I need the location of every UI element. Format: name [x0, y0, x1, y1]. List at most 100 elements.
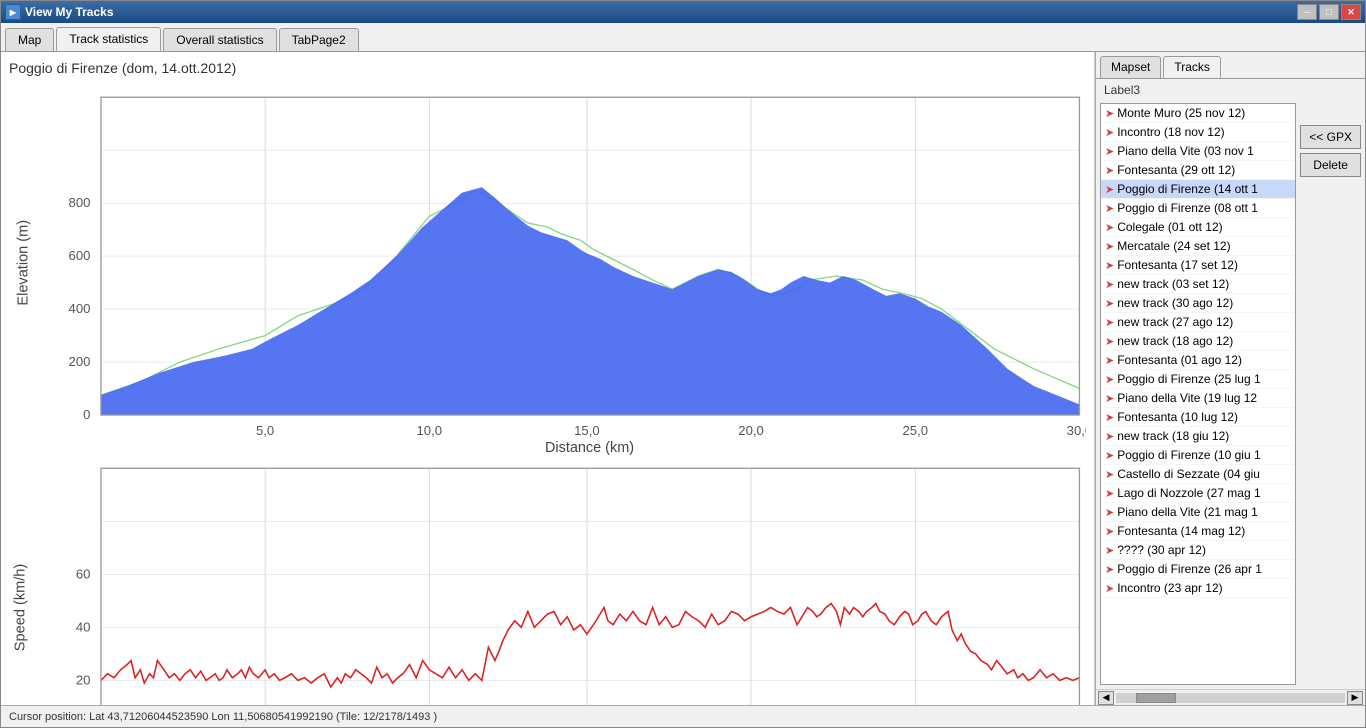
svg-text:5,0: 5,0 — [256, 423, 274, 438]
track-item[interactable]: ➤Mercatale (24 set 12) — [1101, 237, 1295, 256]
track-arrow-icon: ➤ — [1105, 430, 1114, 443]
track-item[interactable]: ➤Poggio di Firenze (08 ott 1 — [1101, 199, 1295, 218]
track-arrow-icon: ➤ — [1105, 487, 1114, 500]
tab-mapset[interactable]: Mapset — [1100, 56, 1161, 78]
svg-text:200: 200 — [69, 354, 91, 369]
delete-button[interactable]: Delete — [1300, 153, 1361, 177]
tracks-list-container: ➤Monte Muro (25 nov 12)➤Incontro (18 nov… — [1100, 103, 1296, 685]
maximize-button[interactable]: □ — [1319, 4, 1339, 20]
track-item[interactable]: ➤Piano della Vite (19 lug 12 — [1101, 389, 1295, 408]
label3-container: Label3 — [1096, 79, 1365, 99]
title-bar-buttons: ─ □ ✕ — [1297, 4, 1361, 20]
track-item[interactable]: ➤Fontesanta (17 set 12) — [1101, 256, 1295, 275]
track-arrow-icon: ➤ — [1105, 164, 1114, 177]
svg-text:60: 60 — [76, 566, 91, 581]
app-icon: ▶ — [5, 4, 21, 20]
status-bar: Cursor position: Lat 43,71206044523590 L… — [1, 705, 1365, 727]
track-item[interactable]: ➤new track (18 ago 12) — [1101, 332, 1295, 351]
track-name: new track (03 set 12) — [1117, 277, 1229, 291]
tab-tabpage2[interactable]: TabPage2 — [279, 28, 359, 51]
track-name: Monte Muro (25 nov 12) — [1117, 106, 1245, 120]
track-arrow-icon: ➤ — [1105, 449, 1114, 462]
track-item[interactable]: ➤Monte Muro (25 nov 12) — [1101, 104, 1295, 123]
track-name: Fontesanta (10 lug 12) — [1117, 410, 1238, 424]
svg-text:800: 800 — [69, 195, 91, 210]
track-name: new track (30 ago 12) — [1117, 296, 1233, 310]
track-name: Castello di Sezzate (04 giu — [1117, 467, 1260, 481]
close-button[interactable]: ✕ — [1341, 4, 1361, 20]
track-arrow-icon: ➤ — [1105, 354, 1114, 367]
track-item[interactable]: ➤Piano della Vite (03 nov 1 — [1101, 142, 1295, 161]
svg-text:10,0: 10,0 — [417, 423, 443, 438]
track-item[interactable]: ➤Fontesanta (10 lug 12) — [1101, 408, 1295, 427]
right-panel: Mapset Tracks Label3 ➤Monte Muro (25 nov… — [1095, 52, 1365, 705]
tab-overall-statistics[interactable]: Overall statistics — [163, 28, 276, 51]
track-name: Piano della Vite (03 nov 1 — [1117, 144, 1254, 158]
track-arrow-icon: ➤ — [1105, 525, 1114, 538]
track-item[interactable]: ➤Poggio di Firenze (26 apr 1 — [1101, 560, 1295, 579]
tab-map[interactable]: Map — [5, 28, 54, 51]
tab-track-statistics[interactable]: Track statistics — [56, 27, 161, 51]
track-name: Fontesanta (14 mag 12) — [1117, 524, 1245, 538]
track-arrow-icon: ➤ — [1105, 563, 1114, 576]
right-buttons-container: << GPX Delete — [1300, 103, 1361, 685]
svg-text:Speed (km/h): Speed (km/h) — [13, 564, 29, 651]
title-bar-left: ▶ View My Tracks — [5, 4, 114, 20]
track-item[interactable]: ➤Colegale (01 ott 12) — [1101, 218, 1295, 237]
track-arrow-icon: ➤ — [1105, 278, 1114, 291]
speed-chart-wrapper: 0 20 40 60 5,0 10,0 15,0 20,0 25,0 30,0 … — [9, 455, 1086, 705]
track-item[interactable]: ➤Poggio di Firenze (14 ott 1 — [1101, 180, 1295, 199]
svg-text:30,0: 30,0 — [1067, 423, 1086, 438]
minimize-button[interactable]: ─ — [1297, 4, 1317, 20]
track-item[interactable]: ➤Incontro (23 apr 12) — [1101, 579, 1295, 598]
tab-tracks[interactable]: Tracks — [1163, 56, 1221, 78]
track-item[interactable]: ➤Fontesanta (29 ott 12) — [1101, 161, 1295, 180]
track-arrow-icon: ➤ — [1105, 183, 1114, 196]
track-item[interactable]: ➤new track (27 ago 12) — [1101, 313, 1295, 332]
track-name: Poggio di Firenze (14 ott 1 — [1117, 182, 1258, 196]
track-item[interactable]: ➤Piano della Vite (21 mag 1 — [1101, 503, 1295, 522]
svg-text:Distance (km): Distance (km) — [545, 440, 634, 455]
horizontal-scrollbar: ◀ ▶ — [1096, 689, 1365, 705]
track-item[interactable]: ➤Fontesanta (14 mag 12) — [1101, 522, 1295, 541]
track-item[interactable]: ➤Fontesanta (01 ago 12) — [1101, 351, 1295, 370]
speed-chart-svg: 0 20 40 60 5,0 10,0 15,0 20,0 25,0 30,0 … — [9, 455, 1086, 705]
track-arrow-icon: ➤ — [1105, 145, 1114, 158]
track-name: Fontesanta (17 set 12) — [1117, 258, 1238, 272]
gpx-button[interactable]: << GPX — [1300, 125, 1361, 149]
track-item[interactable]: ➤new track (18 giu 12) — [1101, 427, 1295, 446]
track-arrow-icon: ➤ — [1105, 221, 1114, 234]
main-content: Poggio di Firenze (dom, 14.ott.2012) — [1, 52, 1365, 705]
track-item[interactable]: ➤new track (03 set 12) — [1101, 275, 1295, 294]
tracks-list[interactable]: ➤Monte Muro (25 nov 12)➤Incontro (18 nov… — [1100, 103, 1296, 685]
track-name: Poggio di Firenze (25 lug 1 — [1117, 372, 1260, 386]
scroll-left-button[interactable]: ◀ — [1098, 691, 1114, 705]
track-item[interactable]: ➤Incontro (18 nov 12) — [1101, 123, 1295, 142]
track-item[interactable]: ➤???? (30 apr 12) — [1101, 541, 1295, 560]
track-item[interactable]: ➤Poggio di Firenze (10 giu 1 — [1101, 446, 1295, 465]
track-arrow-icon: ➤ — [1105, 468, 1114, 481]
track-name: Poggio di Firenze (26 apr 1 — [1117, 562, 1262, 576]
svg-text:600: 600 — [69, 248, 91, 263]
svg-text:15,0: 15,0 — [574, 423, 600, 438]
track-item[interactable]: ➤new track (30 ago 12) — [1101, 294, 1295, 313]
track-item[interactable]: ➤Poggio di Firenze (25 lug 1 — [1101, 370, 1295, 389]
track-name: new track (18 giu 12) — [1117, 429, 1229, 443]
track-name: Piano della Vite (19 lug 12 — [1117, 391, 1257, 405]
svg-text:Elevation (m): Elevation (m) — [15, 220, 31, 306]
track-arrow-icon: ➤ — [1105, 373, 1114, 386]
label3: Label3 — [1100, 81, 1144, 99]
track-name: Piano della Vite (21 mag 1 — [1117, 505, 1258, 519]
main-window: ▶ View My Tracks ─ □ ✕ Map Track statist… — [0, 0, 1366, 728]
scroll-right-button[interactable]: ▶ — [1347, 691, 1363, 705]
track-item[interactable]: ➤Lago di Nozzole (27 mag 1 — [1101, 484, 1295, 503]
track-arrow-icon: ➤ — [1105, 297, 1114, 310]
scroll-thumb[interactable] — [1136, 693, 1176, 703]
track-arrow-icon: ➤ — [1105, 107, 1114, 120]
scroll-track[interactable] — [1116, 693, 1345, 703]
chart-area: Poggio di Firenze (dom, 14.ott.2012) — [1, 52, 1095, 705]
track-arrow-icon: ➤ — [1105, 544, 1114, 557]
track-item[interactable]: ➤Castello di Sezzate (04 giu — [1101, 465, 1295, 484]
track-arrow-icon: ➤ — [1105, 259, 1114, 272]
track-arrow-icon: ➤ — [1105, 316, 1114, 329]
